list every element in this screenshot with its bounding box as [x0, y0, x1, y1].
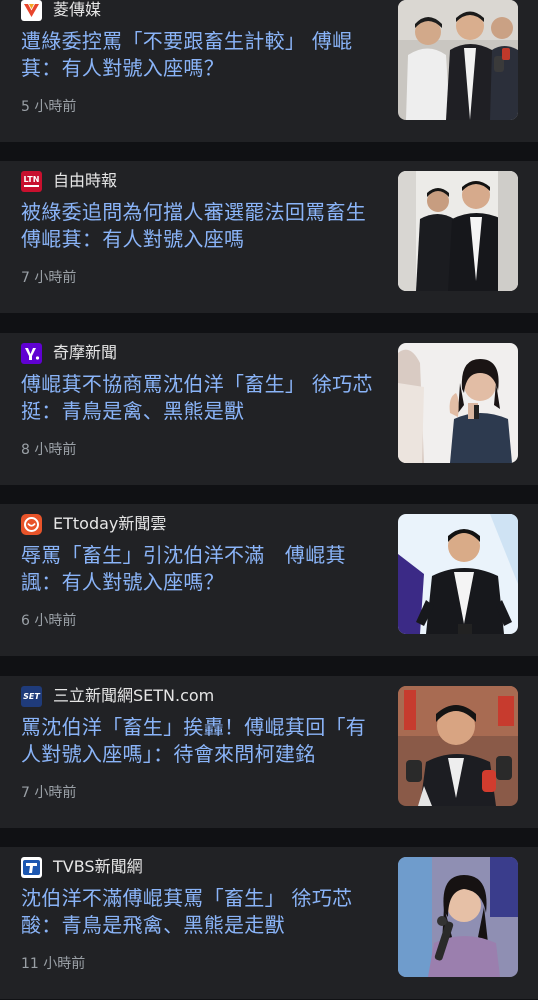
article-thumbnail[interactable]: [398, 686, 518, 806]
yahoo-logo-icon: [21, 342, 42, 364]
news-card[interactable]: 奇摩新聞 傅崐萁不協商罵沈伯洋「畜生」 徐巧芯挺：青鳥是禽、黑熊是獸 8 小時前: [0, 333, 538, 485]
ltn-logo-bar: [24, 185, 39, 187]
headline-link[interactable]: 遭綠委控罵「不要跟畜生計較」 傅崐萁：有人對號入座嗎？: [21, 28, 379, 82]
news-card[interactable]: SET 三立新聞網SETN.com 罵沈伯洋「畜生」挨轟！傅崐萁回「有人對號入座…: [0, 676, 538, 828]
timestamp: 11 小時前: [21, 956, 86, 972]
setn-logo-text: SET: [23, 691, 40, 701]
news-card[interactable]: ETtoday新聞雲 辱罵「畜生」引沈伯洋不滿 傅崐萁諷：有人對號入座嗎？ 6 …: [0, 504, 538, 656]
source-row: SET 三立新聞網SETN.com: [21, 684, 214, 708]
source-row: TVBS新聞網: [21, 855, 143, 879]
news-card[interactable]: LTN 自由時報 被綠委追問為何擋人審選罷法回罵畜生 傅崐萁：有人對號入座嗎 7…: [0, 161, 538, 313]
ettoday-logo-icon: [21, 513, 42, 535]
timestamp: 6 小時前: [21, 613, 77, 629]
news-feed: 菱傳媒 遭綠委控罵「不要跟畜生計較」 傅崐萁：有人對號入座嗎？ 5 小時前 LT…: [0, 0, 538, 1000]
news-card[interactable]: 菱傳媒 遭綠委控罵「不要跟畜生計較」 傅崐萁：有人對號入座嗎？ 5 小時前: [0, 0, 538, 142]
news-card[interactable]: TVBS新聞網 沈伯洋不滿傅崐萁罵「畜生」 徐巧芯酸：青鳥是飛禽、黑熊是走獸 1…: [0, 847, 538, 999]
timestamp: 7 小時前: [21, 785, 77, 801]
timestamp: 8 小時前: [21, 442, 77, 458]
article-thumbnail[interactable]: [398, 343, 518, 463]
timestamp: 5 小時前: [21, 99, 77, 115]
headline-link[interactable]: 罵沈伯洋「畜生」挨轟！傅崐萁回「有人對號入座嗎」：待會來問柯建銘: [21, 714, 379, 768]
source-row: 菱傳媒: [21, 0, 101, 22]
timestamp: 7 小時前: [21, 270, 77, 286]
article-thumbnail[interactable]: [398, 171, 518, 291]
source-name: 奇摩新聞: [53, 343, 118, 362]
ltn-logo-text: LTN: [23, 175, 40, 184]
headline-link[interactable]: 辱罵「畜生」引沈伯洋不滿 傅崐萁諷：有人對號入座嗎？: [21, 542, 379, 596]
source-name: TVBS新聞網: [53, 857, 143, 876]
ltn-logo-icon: LTN: [21, 170, 42, 192]
source-name: 自由時報: [53, 171, 118, 190]
headline-link[interactable]: 沈伯洋不滿傅崐萁罵「畜生」 徐巧芯酸：青鳥是飛禽、黑熊是走獸: [21, 885, 379, 939]
tvbs-logo-icon: [21, 856, 42, 878]
source-row: 奇摩新聞: [21, 341, 117, 365]
mirror-media-logo-icon: [21, 0, 42, 21]
source-name: 菱傳媒: [53, 0, 102, 19]
source-row: LTN 自由時報: [21, 169, 117, 193]
source-row: ETtoday新聞雲: [21, 512, 166, 536]
source-name: ETtoday新聞雲: [53, 514, 167, 533]
source-name: 三立新聞網SETN.com: [53, 686, 215, 705]
article-thumbnail[interactable]: [398, 857, 518, 977]
headline-link[interactable]: 傅崐萁不協商罵沈伯洋「畜生」 徐巧芯挺：青鳥是禽、黑熊是獸: [21, 371, 379, 425]
article-thumbnail[interactable]: [398, 514, 518, 634]
headline-link[interactable]: 被綠委追問為何擋人審選罷法回罵畜生 傅崐萁：有人對號入座嗎: [21, 199, 379, 253]
setn-logo-icon: SET: [21, 685, 42, 707]
article-thumbnail[interactable]: [398, 0, 518, 120]
